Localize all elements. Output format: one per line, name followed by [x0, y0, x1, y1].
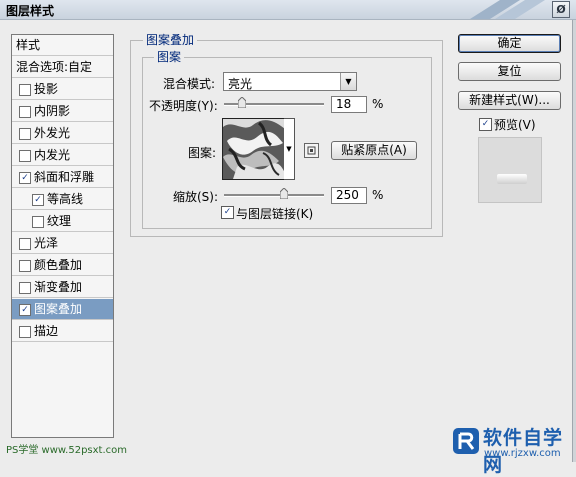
close-button[interactable]: Ø — [552, 1, 570, 18]
opacity-input[interactable]: 18 — [331, 96, 367, 113]
style-item-inner-shadow[interactable]: 内阴影 — [12, 101, 113, 122]
blend-mode-label: 混合模式: — [163, 77, 216, 91]
title-decoration — [470, 0, 550, 19]
scale-label: 缩放(S): — [173, 190, 219, 204]
scale-slider-thumb[interactable] — [279, 187, 289, 200]
scale-input[interactable]: 250 — [331, 187, 367, 204]
new-preset-icon[interactable] — [304, 143, 319, 158]
group-title: 图案叠加 — [143, 31, 198, 48]
checkbox-checked[interactable]: ✓ — [19, 172, 31, 184]
new-style-button[interactable]: 新建样式(W)... — [458, 91, 561, 110]
watermark-right-url: www.rjzxw.com — [484, 448, 561, 459]
style-item-label: 颜色叠加 — [34, 258, 83, 272]
subgroup-title: 图案 — [154, 48, 185, 65]
preview-label: 预览(V) — [494, 118, 536, 132]
checkbox[interactable] — [32, 216, 44, 228]
style-preview — [478, 137, 542, 203]
style-item-contour[interactable]: ✓ 等高线 — [12, 189, 113, 210]
pattern-label: 图案: — [188, 146, 217, 160]
style-item-texture[interactable]: 纹理 — [12, 211, 113, 232]
style-item-stroke[interactable]: 描边 — [12, 321, 113, 342]
title-bar: 图层样式 Ø — [0, 0, 576, 20]
checkbox[interactable] — [19, 128, 31, 140]
opacity-label: 不透明度(Y): — [149, 99, 218, 113]
opacity-unit: % — [372, 97, 384, 111]
blend-mode-value: 亮光 — [228, 77, 253, 91]
snap-to-origin-button[interactable]: 贴紧原点(A) — [331, 141, 417, 160]
checkbox[interactable] — [19, 282, 31, 294]
checkbox[interactable] — [19, 106, 31, 118]
site-logo-icon — [452, 425, 482, 455]
watermark-left: PS学堂 www.52psxt.com — [6, 445, 128, 456]
style-item-label: 外发光 — [34, 126, 71, 140]
style-item-label: 光泽 — [34, 236, 59, 250]
style-item-outer-glow[interactable]: 外发光 — [12, 123, 113, 144]
reset-button[interactable]: 复位 — [458, 62, 561, 81]
checkbox[interactable] — [19, 238, 31, 250]
styles-header[interactable]: 样式 — [12, 35, 113, 56]
window-edge — [572, 20, 576, 462]
chevron-down-icon[interactable]: ▼ — [340, 73, 356, 90]
style-item-label: 等高线 — [47, 192, 84, 206]
opacity-slider-thumb[interactable] — [237, 96, 247, 109]
style-item-label: 渐变叠加 — [34, 280, 83, 294]
style-item-color-overlay[interactable]: 颜色叠加 — [12, 255, 113, 276]
style-item-label: 描边 — [34, 324, 59, 338]
style-item-inner-glow[interactable]: 内发光 — [12, 145, 113, 166]
style-item-label: 内发光 — [34, 148, 71, 162]
window-title: 图层样式 — [6, 4, 55, 18]
link-with-layer-checkbox[interactable]: ✓ — [221, 206, 234, 219]
style-item-label: 斜面和浮雕 — [34, 170, 95, 184]
style-item-label: 图案叠加 — [34, 302, 83, 316]
style-item-pattern-overlay[interactable]: ✓ 图案叠加 — [12, 299, 113, 320]
style-item-drop-shadow[interactable]: 投影 — [12, 79, 113, 100]
scale-slider[interactable] — [224, 194, 324, 197]
style-item-label: 内阴影 — [34, 104, 71, 118]
pattern-swatch[interactable] — [222, 118, 286, 180]
checkbox-checked[interactable]: ✓ — [32, 194, 44, 206]
preview-checkbox[interactable]: ✓ — [479, 118, 492, 131]
link-with-layer-label: 与图层链接(K) — [236, 207, 314, 221]
preview-swatch — [497, 174, 527, 184]
styles-header-label: 样式 — [16, 38, 41, 52]
blend-options-item[interactable]: 混合选项:自定 — [12, 57, 113, 78]
blend-mode-select[interactable]: 亮光 ▼ — [223, 72, 357, 91]
style-item-bevel-emboss[interactable]: ✓ 斜面和浮雕 — [12, 167, 113, 188]
checkbox[interactable] — [19, 84, 31, 96]
style-item-label: 投影 — [34, 82, 59, 96]
style-item-label: 纹理 — [47, 214, 72, 228]
style-item-gradient-overlay[interactable]: 渐变叠加 — [12, 277, 113, 298]
checkbox[interactable] — [19, 260, 31, 272]
checkbox[interactable] — [19, 150, 31, 162]
style-item-satin[interactable]: 光泽 — [12, 233, 113, 254]
blend-options-label: 混合选项:自定 — [16, 60, 93, 74]
ok-button[interactable]: 确定 — [458, 34, 561, 53]
scale-unit: % — [372, 188, 384, 202]
styles-list: 样式 混合选项:自定 投影 内阴影 外发光 内发光 ✓ 斜面和浮雕 ✓ 等高线 … — [11, 34, 114, 438]
checkbox-checked[interactable]: ✓ — [19, 304, 31, 316]
pattern-picker-dropdown[interactable]: ▼ — [284, 118, 295, 180]
checkbox[interactable] — [19, 326, 31, 338]
